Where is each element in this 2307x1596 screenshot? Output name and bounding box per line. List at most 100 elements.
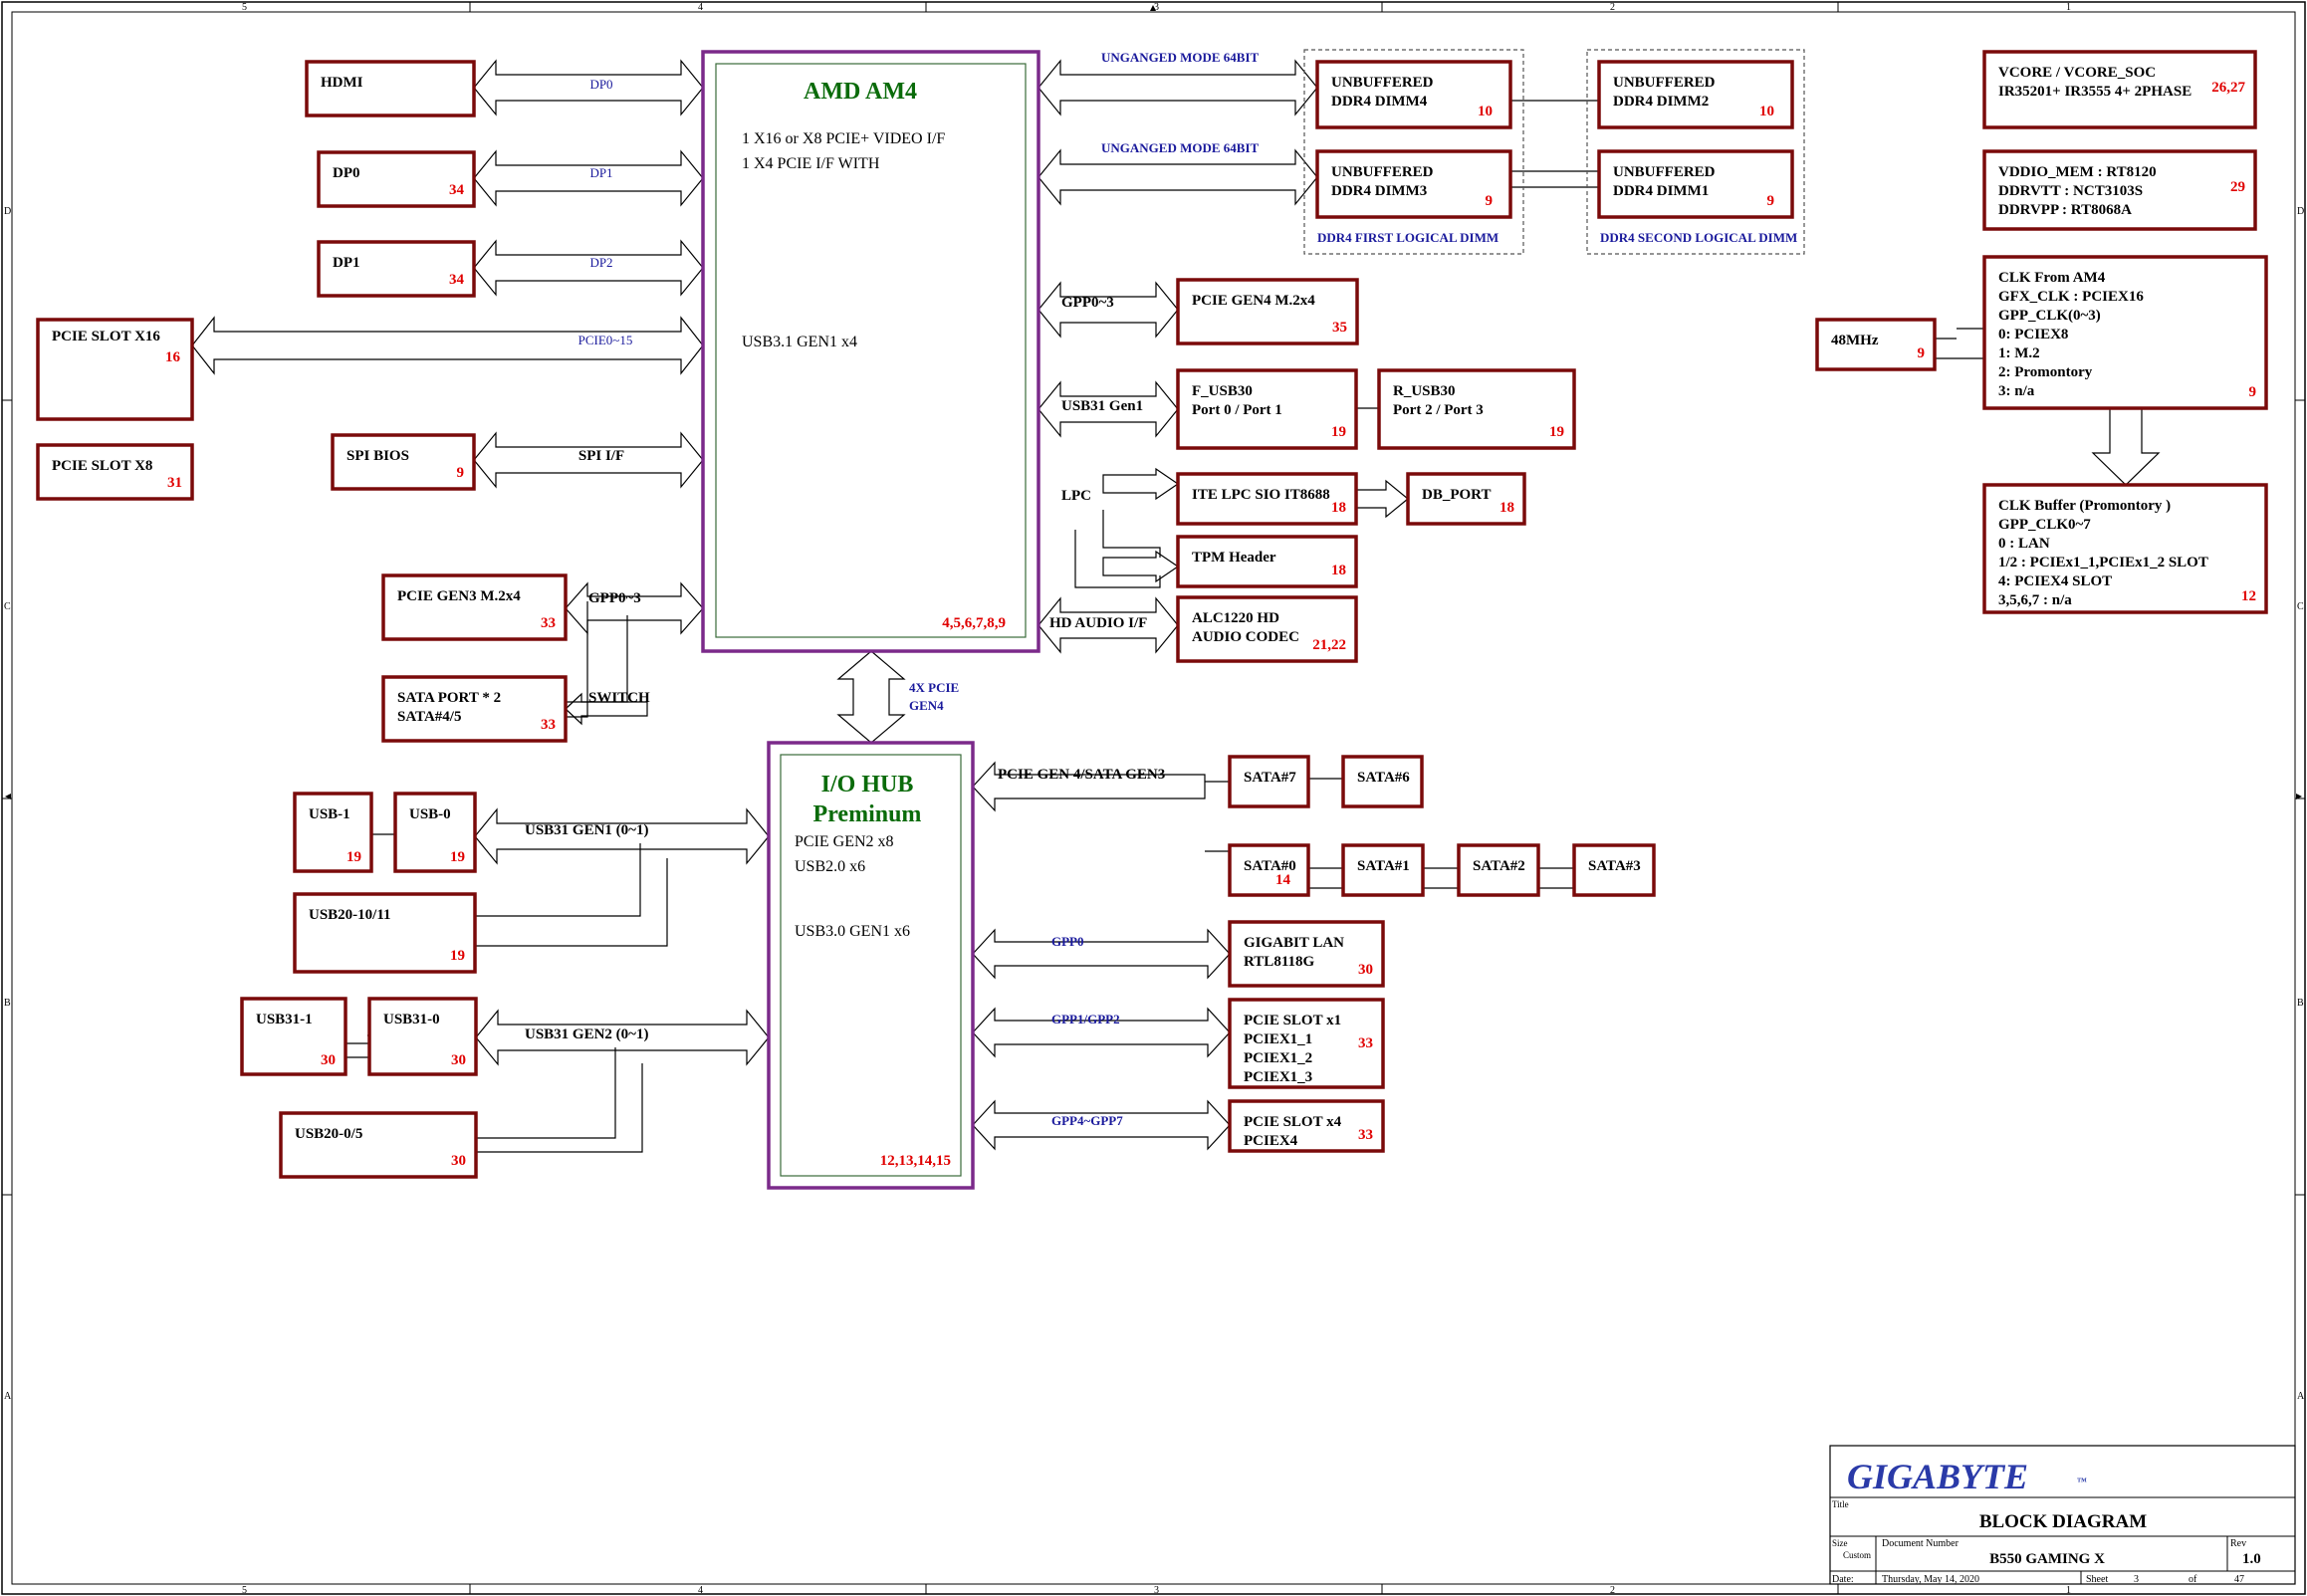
box-dbport: DB_PORT 18 — [1406, 472, 1526, 526]
col-label: 5 — [242, 2, 247, 13]
bus-label-unganged2: UNGANGED MODE 64BIT — [1101, 140, 1260, 155]
bus-label-dp2: DP2 — [589, 255, 612, 270]
box-pcie8-text: PCIE SLOT X8 — [52, 458, 152, 474]
box-clk-text: 1: M.2 — [1998, 345, 2040, 361]
box-ite-text: ITE LPC SIO IT8688 — [1192, 487, 1330, 503]
box-pcie8: PCIE SLOT X8 31 — [36, 443, 194, 501]
bus-arrow-lpc-tpm — [1102, 550, 1180, 583]
box-usb1: USB-1 19 — [293, 792, 373, 873]
box-clkbuf-text: 1/2 : PCIEx1_1,PCIEx1_2 SLOT — [1998, 555, 2208, 570]
box-vddio-text: DDRVPP : RT8068A — [1998, 202, 2132, 218]
box-dimm2-text: DDR4 DIMM2 — [1613, 94, 1709, 110]
row-label: D — [2297, 206, 2304, 217]
box-sata0-page: 14 — [1275, 872, 1291, 888]
box-usb0-text: USB-0 — [409, 806, 451, 822]
size-label: Size — [1832, 1538, 1848, 1548]
box-vcore-text: IR35201+ IR3555 4+ 2PHASE — [1998, 84, 2192, 100]
box-usb310: USB31-0 30 — [367, 997, 478, 1076]
box-usb310-text: USB31-0 — [383, 1012, 440, 1027]
box-sata7: SATA#7 — [1228, 755, 1310, 808]
box-clk-text: GPP_CLK(0~3) — [1998, 308, 2101, 324]
box-sata1: SATA#1 — [1341, 843, 1425, 897]
gigabyte-logo: GIGABYTE — [1847, 1457, 2028, 1496]
bus-label-pciegen4-sata: PCIE GEN 4/SATA GEN3 — [998, 767, 1165, 783]
box-usb2005-text: USB20-0/5 — [295, 1126, 362, 1142]
box-dp0-page: 34 — [449, 182, 465, 198]
box-lan-page: 30 — [1358, 962, 1373, 978]
box-dimm1-text: DDR4 DIMM1 — [1613, 183, 1709, 199]
box-dimm2-page: 10 — [1759, 104, 1774, 119]
box-slotx1: PCIE SLOT x1 PCIEX1_1 PCIEX1_2 PCIEX1_3 33 — [1228, 998, 1385, 1089]
col-label: 4 — [698, 2, 703, 13]
bus-label-spi: SPI I/F — [578, 448, 624, 464]
box-vcore: VCORE / VCORE_SOC IR35201+ IR3555 4+ 2PHA… — [1982, 50, 2257, 129]
box-vddio-text: VDDIO_MEM : RT8120 — [1998, 164, 2157, 180]
col-label: 3 — [1154, 2, 1159, 13]
row-label: C — [2297, 601, 2304, 612]
bus-arrow-dp0 — [473, 59, 704, 116]
col-label: 2 — [1610, 2, 1615, 13]
sheet-total: 47 — [2234, 1574, 2244, 1585]
box-slotx4-text: PCIE SLOT x4 — [1244, 1114, 1342, 1130]
bus-label-gpp03-right: GPP0~3 — [1061, 295, 1114, 311]
box-dimm2-text: UNBUFFERED — [1613, 75, 1716, 91]
box-dimm3-page: 9 — [1486, 193, 1494, 209]
row-label: B — [2297, 998, 2304, 1009]
date-label: Date: — [1832, 1574, 1854, 1585]
box-slotx1-text: PCIE SLOT x1 — [1244, 1013, 1341, 1028]
box-usb1-page: 19 — [346, 849, 361, 865]
box-slotx1-text: PCIEX1_2 — [1244, 1050, 1312, 1066]
box-tpm-page: 18 — [1331, 563, 1346, 578]
box-dimm3-text: UNBUFFERED — [1331, 164, 1434, 180]
box-dbport-text: DB_PORT — [1422, 487, 1491, 503]
box-usb0-page: 19 — [450, 849, 465, 865]
box-alc: ALC1220 HD AUDIO CODEC 21,22 — [1176, 595, 1358, 663]
box-sata6: SATA#6 — [1341, 755, 1424, 808]
box-usb1-text: USB-1 — [309, 806, 350, 822]
hub-title1: I/O HUB — [821, 772, 914, 798]
box-sata2-text: SATA#2 — [1473, 858, 1525, 874]
box-sataport-page: 33 — [541, 717, 556, 733]
sheet-label: Sheet — [2086, 1574, 2108, 1585]
title-block: GIGABYTE ™ Title BLOCK DIAGRAM Size Cust… — [1829, 1445, 2296, 1585]
hub-line1: PCIE GEN2 x8 — [795, 833, 894, 850]
rev-label: Rev — [2230, 1538, 2246, 1549]
box-dimm4-page: 10 — [1478, 104, 1493, 119]
box-dimm3-text: DDR4 DIMM3 — [1331, 183, 1427, 199]
box-rusb: R_USB30 Port 2 / Port 3 19 — [1377, 368, 1576, 450]
box-fusb-page: 19 — [1331, 424, 1346, 440]
box-alc-text: ALC1220 HD — [1192, 610, 1279, 626]
box-sataport-text: SATA#4/5 — [397, 709, 461, 725]
box-usb2011-page: 19 — [450, 948, 465, 964]
box-usb2005-page: 30 — [451, 1153, 466, 1169]
box-clk-text: GFX_CLK : PCIEX16 — [1998, 289, 2144, 305]
box-rusb-page: 19 — [1549, 424, 1564, 440]
hub-line2: USB2.0 x6 — [795, 858, 865, 875]
box-clk-text: 0: PCIEX8 — [1998, 327, 2068, 342]
box-dimm1-page: 9 — [1767, 193, 1775, 209]
docnum-label: Document Number — [1882, 1538, 1960, 1549]
hub-title2: Preminum — [813, 801, 922, 827]
box-m2gen4: PCIE GEN4 M.2x4 35 — [1176, 278, 1359, 345]
box-clk-text: 2: Promontory — [1998, 364, 2093, 380]
box-usb2005: USB20-0/5 30 — [279, 1111, 478, 1179]
row-label: C — [4, 601, 11, 612]
hub-pages: 12,13,14,15 — [880, 1153, 951, 1169]
box-alc-page: 21,22 — [1312, 637, 1346, 653]
box-vddio-page: 29 — [2230, 179, 2245, 195]
box-dimm4-text: DDR4 DIMM4 — [1331, 94, 1428, 110]
box-dp1: DP1 34 — [317, 240, 476, 298]
hub-block: I/O HUB Preminum PCIE GEN2 x8 USB2.0 x6 … — [767, 741, 975, 1190]
row-label: B — [4, 998, 11, 1009]
bus-label-usb31gen1-01: USB31 GEN1 (0~1) — [525, 822, 648, 838]
col-label: 2 — [1610, 1585, 1615, 1596]
box-lan-text: RTL8118G — [1244, 954, 1314, 970]
box-alc-text: AUDIO CODEC — [1192, 629, 1299, 645]
box-sata6-text: SATA#6 — [1357, 770, 1410, 786]
box-sata1-text: SATA#1 — [1357, 858, 1410, 874]
box-dp1-text: DP1 — [333, 255, 360, 271]
box-m2gen3-page: 33 — [541, 615, 556, 631]
box-slotx4-text: PCIEX4 — [1244, 1133, 1298, 1149]
bus-label-gpp03-left: GPP0~3 — [588, 590, 641, 606]
box-m2gen4-page: 35 — [1332, 320, 1347, 336]
